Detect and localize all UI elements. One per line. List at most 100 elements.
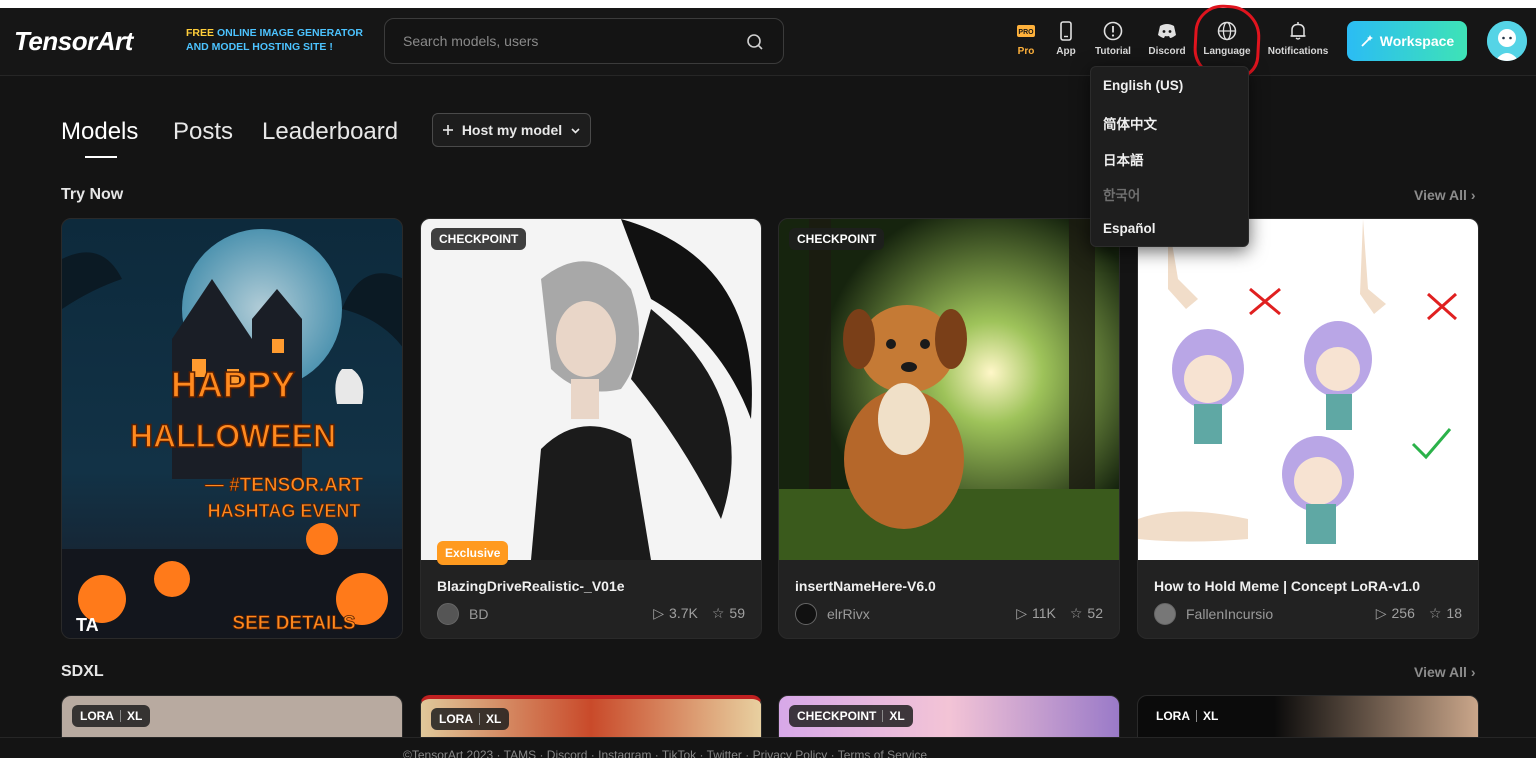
view-all-label: View All — [1414, 187, 1467, 203]
author-name: BD — [469, 606, 489, 622]
lang-option-english[interactable]: English (US) — [1103, 78, 1183, 93]
play-icon: ▷ — [1375, 605, 1387, 621]
halloween-event-card[interactable]: HAPPY HALLOWEEN — #TENSOR.ART HASHTAG EV… — [61, 218, 403, 639]
nav-pro[interactable]: PRO Pro — [1010, 20, 1042, 68]
nav-language[interactable]: Language — [1202, 20, 1252, 68]
view-all-label: View All — [1414, 664, 1467, 680]
nav-notifications-label: Notifications — [1267, 46, 1329, 57]
tagline-free: FREE — [186, 27, 215, 39]
author-avatar — [795, 603, 817, 625]
model-title[interactable]: insertNameHere-V6.0 — [795, 578, 936, 594]
model-author[interactable]: FallenIncursio — [1154, 603, 1273, 625]
nav-notifications[interactable]: Notifications — [1266, 20, 1330, 68]
host-my-model-label: Host my model — [461, 122, 563, 138]
author-name: FallenIncursio — [1186, 606, 1274, 622]
bell-icon — [1290, 22, 1306, 40]
section-title-sdxl: SDXL — [61, 663, 104, 680]
lang-option-chinese[interactable]: 简体中文 — [1103, 113, 1157, 133]
nav-discord-label: Discord — [1148, 46, 1186, 57]
svg-text:PRO: PRO — [1018, 29, 1034, 36]
model-card-how-to-hold-meme[interactable]: How to Hold Meme | Concept LoRA-v1.0 Fal… — [1137, 218, 1479, 639]
star-icon: ☆ — [711, 605, 725, 621]
nav-language-label: Language — [1203, 46, 1251, 57]
badge-base: XL — [889, 709, 905, 723]
model-author[interactable]: elrRivx — [795, 603, 870, 625]
info-icon — [1103, 21, 1123, 41]
workspace-button[interactable]: Workspace — [1347, 21, 1467, 61]
logo-text: TensorArt — [14, 26, 133, 56]
badge-separator — [1196, 710, 1197, 722]
stars-count: 18 — [1446, 605, 1462, 621]
badge-separator — [882, 710, 884, 722]
badge-type: LORA — [80, 709, 114, 723]
model-image-how-to-hold-meme — [1138, 219, 1478, 560]
model-author[interactable]: BD — [437, 603, 488, 625]
runs-count: 11K — [1031, 605, 1056, 621]
nav-tutorial-label: Tutorial — [1095, 46, 1131, 57]
play-icon: ▷ — [653, 605, 665, 621]
nav-pro-label: Pro — [1017, 46, 1035, 57]
play-icon: ▷ — [1016, 605, 1027, 621]
stars-count: 52 — [1087, 605, 1103, 621]
badge-base: XL — [1203, 709, 1219, 723]
tagline-line2: AND MODEL HOSTING SITE ! — [186, 41, 333, 53]
search-input[interactable] — [403, 31, 733, 51]
lang-option-spanish[interactable]: Español — [1103, 221, 1156, 236]
lang-option-japanese[interactable]: 日本語 — [1103, 149, 1144, 169]
type-badge: CHECKPOINT — [431, 228, 527, 250]
banner-line4: HASHTAG EVENT — [208, 501, 361, 521]
view-all-sdxl[interactable]: View All › — [1414, 664, 1475, 680]
footer-links[interactable]: ©TensorArt 2023 · TAMS · Discord · Insta… — [403, 748, 927, 758]
type-badge: LORA XL — [72, 705, 151, 727]
stars-count: 59 — [729, 605, 745, 621]
user-avatar[interactable] — [1487, 21, 1527, 61]
banner-see-details: SEE DETAILS — [232, 613, 355, 634]
nav-discord[interactable]: Discord — [1146, 20, 1188, 68]
discord-icon — [1158, 24, 1176, 38]
tagline-line1: ONLINE IMAGE GENERATOR — [216, 27, 363, 39]
section-title-try-now: Try Now — [61, 186, 124, 203]
model-card-blazingdrive[interactable]: CHECKPOINT Exclusive BlazingDriveRealist… — [420, 218, 762, 639]
runs-stat: ▷ 11K — [1016, 605, 1056, 622]
badge-label: CHECKPOINT — [439, 232, 519, 246]
badge-base: XL — [127, 709, 143, 723]
nav-tutorial[interactable]: Tutorial — [1092, 20, 1134, 68]
type-badge: CHECKPOINT XL — [789, 705, 913, 727]
model-title[interactable]: BlazingDriveRealistic-_V01e — [437, 578, 625, 594]
search-icon[interactable] — [745, 32, 765, 52]
tab-leaderboard[interactable]: Leaderboard — [262, 118, 398, 146]
author-avatar — [437, 603, 459, 625]
lang-option-korean[interactable]: 한국어 — [1103, 184, 1140, 204]
runs-count: 3.7K — [669, 605, 698, 621]
runs-stat: ▷ 256 — [1376, 605, 1415, 622]
star-icon: ☆ — [1428, 605, 1442, 621]
model-card-insertnamehere[interactable]: CHECKPOINT insertNameHere-V6.0 elrRivx ▷… — [778, 218, 1120, 639]
exclusive-badge: Exclusive — [437, 541, 509, 565]
language-dropdown: English (US) 简体中文 日本語 한국어 Español — [1090, 66, 1249, 247]
view-all-try-now[interactable]: View All › — [1414, 187, 1475, 203]
pro-icon: PRO — [1017, 25, 1035, 37]
star-icon: ☆ — [1069, 605, 1083, 621]
phone-icon — [1060, 21, 1072, 41]
tab-posts[interactable]: Posts — [173, 118, 233, 146]
wand-icon — [1361, 35, 1373, 47]
globe-icon — [1217, 21, 1237, 41]
banner-line1: HAPPY — [171, 364, 295, 405]
runs-count: 256 — [1391, 605, 1415, 621]
badge-separator — [479, 713, 480, 725]
chevron-down-icon — [571, 127, 580, 134]
model-stats: ▷ 11K ☆ 52 — [1016, 605, 1103, 622]
model-title[interactable]: How to Hold Meme | Concept LoRA-v1.0 — [1154, 578, 1420, 594]
model-image-insertnamehere — [779, 219, 1119, 560]
badge-type: LORA — [1156, 709, 1190, 723]
nav-app[interactable]: App — [1050, 20, 1082, 68]
chevron-right-icon: › — [1470, 187, 1476, 203]
tensorart-logo[interactable]: TensorArt — [14, 26, 133, 57]
nav-app-label: App — [1056, 46, 1076, 57]
tab-models[interactable]: Models — [61, 118, 138, 146]
top-strip — [0, 0, 1536, 8]
search-box[interactable] — [384, 18, 784, 64]
host-my-model-button[interactable]: Host my model — [432, 113, 591, 147]
page-footer: ©TensorArt 2023 · TAMS · Discord · Insta… — [0, 737, 1536, 758]
badge-type: CHECKPOINT — [797, 709, 877, 723]
